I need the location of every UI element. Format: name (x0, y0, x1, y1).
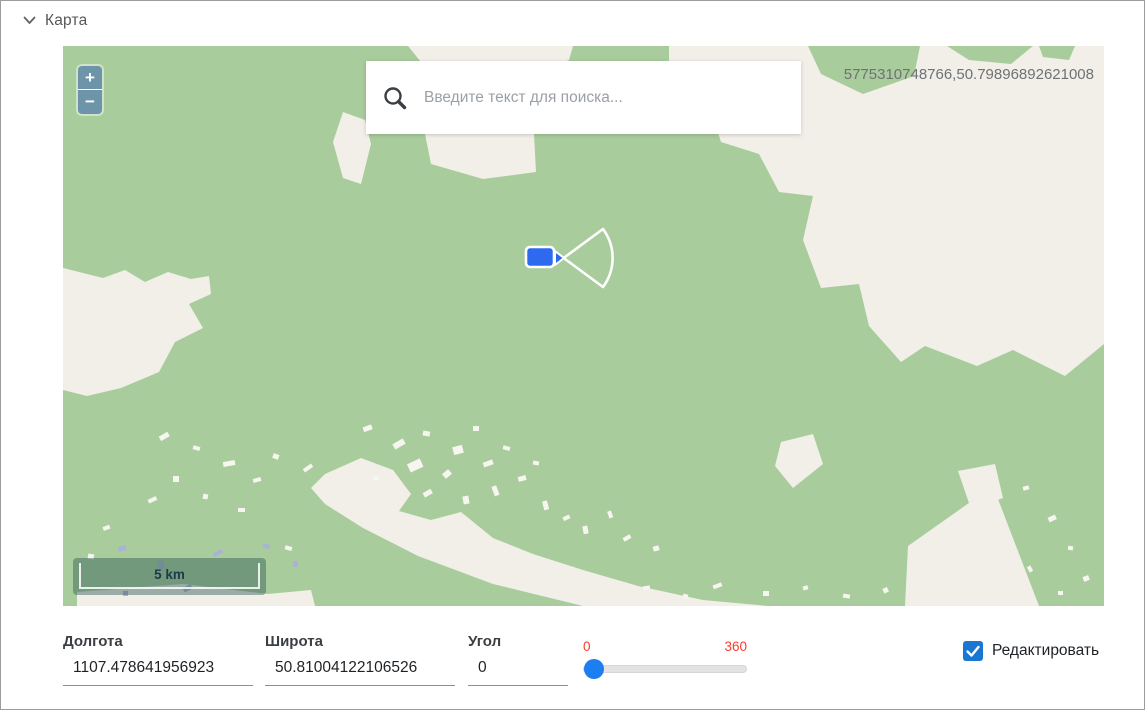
search-icon (382, 85, 408, 111)
slider-max-label: 360 (724, 639, 747, 654)
map-search-box (366, 61, 801, 134)
cursor-coordinates: 5775310748766,50.79896892621008 (844, 66, 1094, 83)
chevron-down-icon[interactable] (23, 16, 36, 25)
zoom-out-button[interactable]: − (78, 90, 102, 114)
scale-bar: 5 km (73, 558, 266, 595)
map-canvas[interactable]: + − 5775310748766,50.79896892621008 5 km (63, 46, 1104, 606)
angle-slider-track[interactable] (583, 665, 747, 673)
angle-slider-thumb[interactable] (584, 659, 604, 679)
panel-header: Карта (1, 1, 1144, 41)
zoom-in-button[interactable]: + (78, 66, 102, 90)
latitude-label: Широта (265, 633, 323, 650)
edit-checkbox[interactable] (963, 641, 983, 661)
angle-slider-labels: 0 360 (583, 639, 747, 654)
map-panel: { "header": { "title": "Карта", "collaps… (0, 0, 1145, 710)
zoom-control: + − (76, 64, 104, 116)
latitude-input[interactable] (265, 657, 455, 686)
edit-checkbox-label[interactable]: Редактировать (992, 642, 1099, 660)
angle-label: Угол (468, 633, 501, 650)
slider-min-label: 0 (583, 639, 591, 654)
longitude-input[interactable] (63, 657, 253, 686)
panel-title: Карта (45, 12, 87, 30)
longitude-label: Долгота (63, 633, 123, 650)
angle-input[interactable] (468, 657, 568, 686)
checkmark-icon (963, 641, 983, 661)
scale-bar-label: 5 km (73, 567, 266, 582)
search-input[interactable] (424, 89, 789, 107)
